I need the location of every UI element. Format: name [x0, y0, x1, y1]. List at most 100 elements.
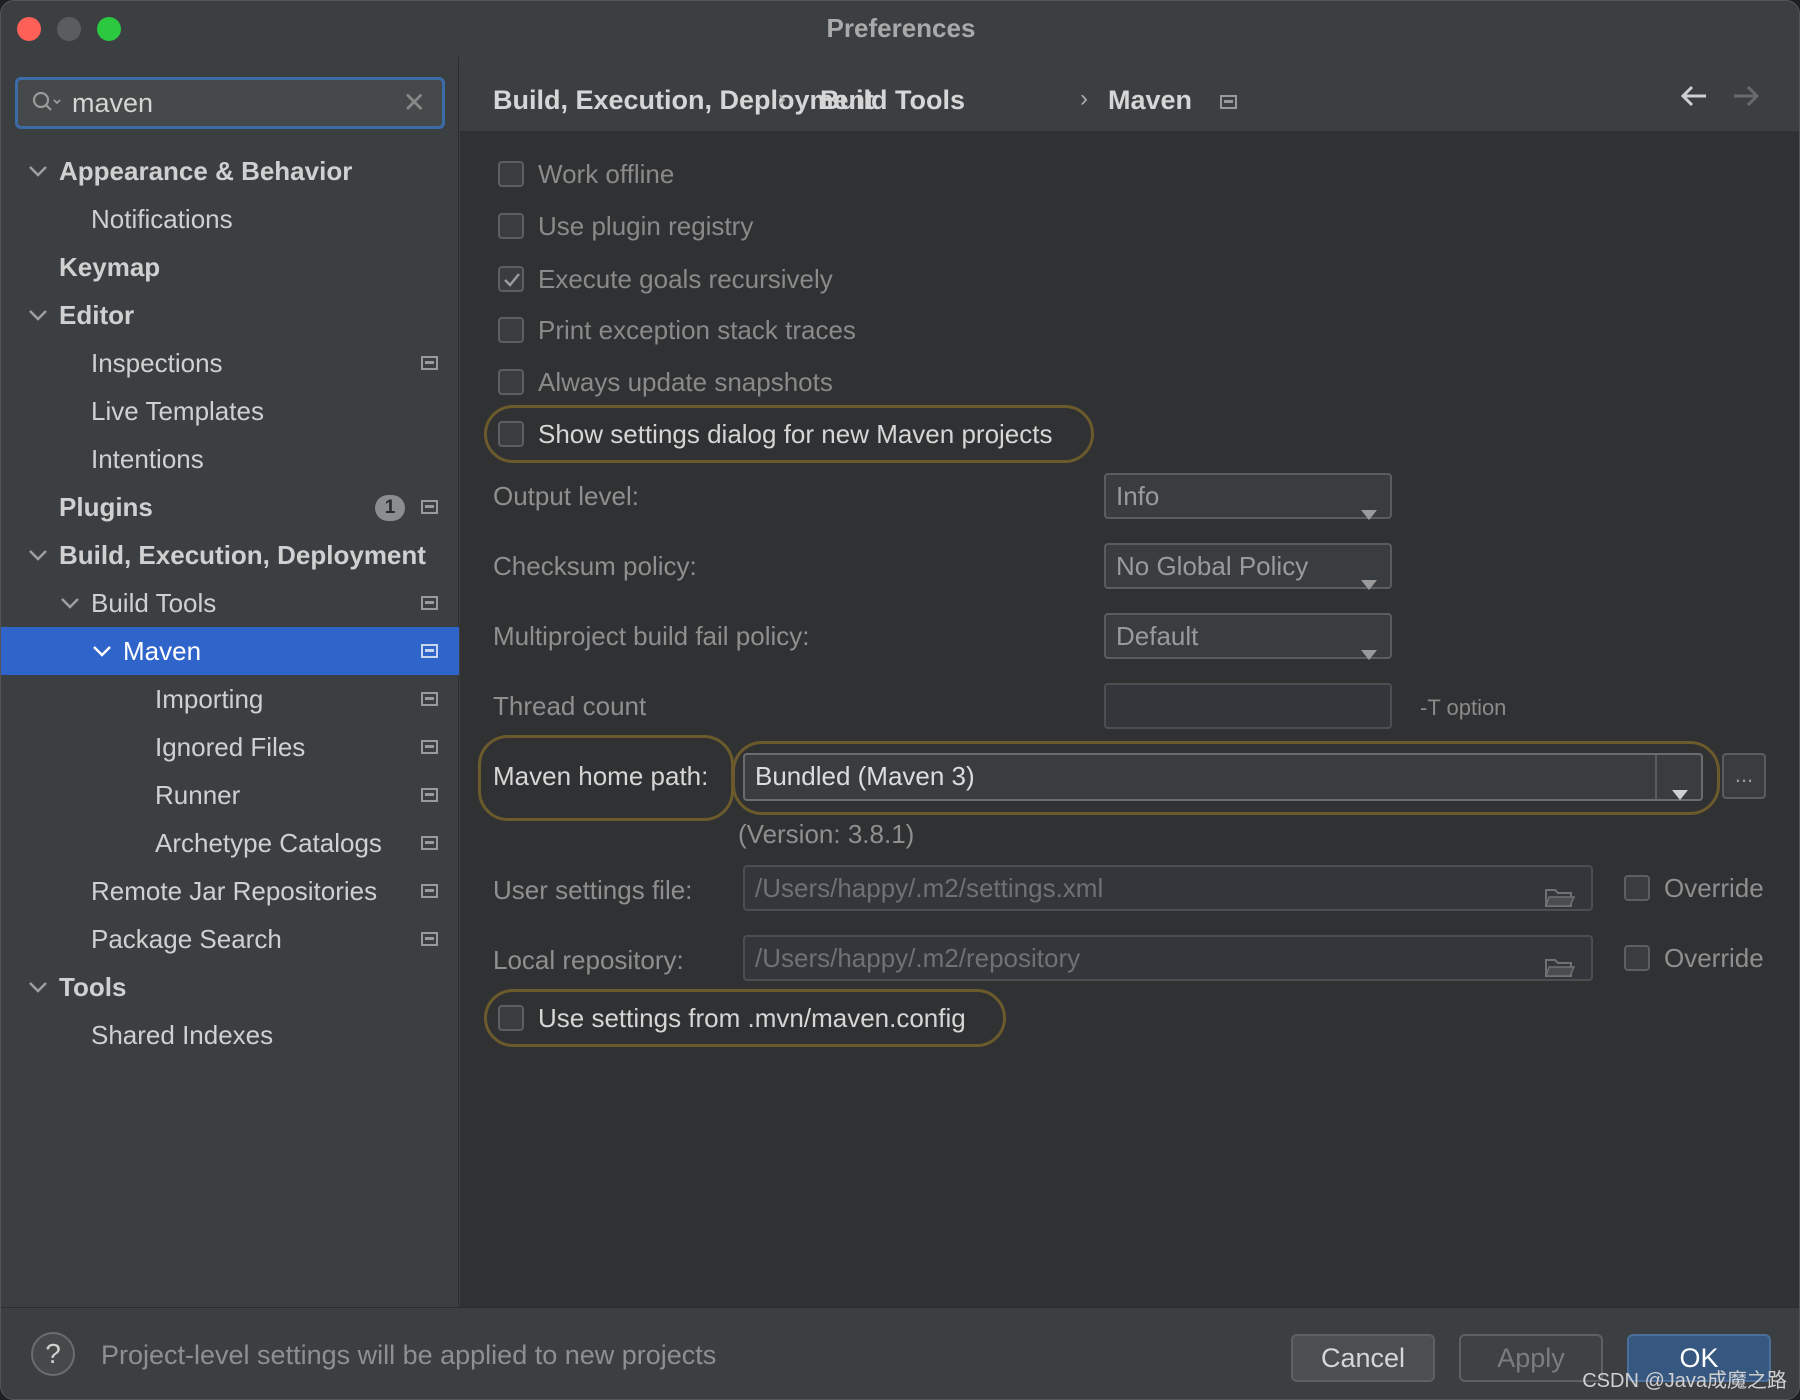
tree-item-tools[interactable]: Tools — [1, 963, 459, 1011]
tree-item-label: Maven — [123, 636, 202, 666]
tree-item-label: Intentions — [91, 444, 204, 474]
tree-item-label: Ignored Files — [155, 732, 306, 762]
folder-icon[interactable] — [1544, 948, 1576, 977]
settings-tree: Appearance & Behavior Notifications Keymap… — [1, 147, 459, 1059]
tree-item-notifications[interactable]: Notifications — [1, 195, 459, 243]
tree-item-maven[interactable]: Maven — [1, 627, 459, 675]
checkbox-box[interactable] — [498, 213, 524, 239]
watermark: CSDN @Java成魔之路 — [1582, 1370, 1787, 1392]
search-input[interactable] — [72, 86, 402, 120]
tree-item-label: Archetype Catalogs — [155, 828, 382, 858]
checkbox-label: Override — [1664, 943, 1764, 973]
clear-search-icon[interactable]: ✕ — [403, 88, 426, 118]
tree-item-label: Appearance & Behavior — [59, 156, 353, 186]
checksum-policy-label: Checksum policy: — [493, 551, 697, 581]
input-value: /Users/happy/.m2/settings.xml — [755, 873, 1104, 903]
chevron-down-icon[interactable] — [27, 147, 51, 195]
checkbox-box[interactable] — [1624, 945, 1650, 971]
footer-note: Project-level settings will be applied t… — [101, 1340, 717, 1370]
checkbox-box[interactable] — [498, 266, 524, 292]
tree-item-plugins[interactable]: Plugins 1 — [1, 483, 459, 531]
project-level-icon — [421, 932, 438, 946]
tree-item-intentions[interactable]: Intentions — [1, 435, 459, 483]
chevron-down-icon — [1671, 771, 1689, 800]
cancel-button[interactable]: Cancel — [1291, 1334, 1435, 1382]
update-count-badge: 1 — [375, 495, 405, 521]
fail-policy-select[interactable]: Default — [1104, 613, 1392, 660]
checkbox-label: Use plugin registry — [538, 211, 754, 241]
project-level-icon — [421, 500, 438, 514]
user-settings-input[interactable]: /Users/happy/.m2/settings.xml — [743, 865, 1593, 911]
breadcrumb: Build, Execution, Deployment › Build Too… — [460, 57, 1799, 131]
user-settings-label: User settings file: — [493, 875, 693, 905]
tree-item-appearance-behavior[interactable]: Appearance & Behavior — [1, 147, 459, 195]
chevron-down-icon[interactable] — [59, 579, 83, 627]
tree-item-editor[interactable]: Editor — [1, 291, 459, 339]
tree-item-label: Live Templates — [91, 396, 264, 426]
checkbox-box[interactable] — [498, 369, 524, 395]
chevron-down-icon — [1360, 561, 1378, 590]
tree-item-live-templates[interactable]: Live Templates — [1, 387, 459, 435]
tree-item-label: Remote Jar Repositories — [91, 876, 378, 906]
thread-count-input[interactable] — [1104, 683, 1392, 729]
checksum-policy-select[interactable]: No Global Policy — [1104, 543, 1392, 590]
select-value: Default — [1116, 621, 1199, 651]
project-level-icon — [421, 356, 438, 370]
tree-item-shared-indexes[interactable]: Shared Indexes — [1, 1011, 459, 1059]
folder-icon[interactable] — [1544, 878, 1576, 907]
checkbox-box[interactable] — [498, 317, 524, 343]
back-arrow-icon[interactable] — [1678, 81, 1710, 111]
maven-home-select[interactable]: Bundled (Maven 3) — [743, 753, 1703, 801]
chevron-down-icon[interactable] — [91, 627, 115, 675]
breadcrumb-item-build-execution[interactable]: Build, Execution, Deployment — [493, 85, 874, 116]
chevron-down-icon[interactable] — [27, 531, 51, 579]
tree-item-package-search[interactable]: Package Search — [1, 915, 459, 963]
checkmark-icon — [504, 273, 520, 287]
project-level-icon — [421, 836, 438, 850]
help-button[interactable]: ? — [31, 1332, 75, 1376]
tree-item-label: Build, Execution, Deployment — [59, 540, 426, 570]
tree-item-remote-jar-repositories[interactable]: Remote Jar Repositories — [1, 867, 459, 915]
select-value: Info — [1116, 481, 1160, 511]
tree-item-runner[interactable]: Runner — [1, 771, 459, 819]
browse-maven-home-button[interactable]: ... — [1722, 753, 1766, 799]
chevron-down-icon[interactable] — [27, 963, 51, 1011]
checkbox-box[interactable] — [498, 1005, 524, 1031]
maven-settings-panel: Build, Execution, Deployment › Build Too… — [460, 57, 1799, 1307]
tree-item-label: Notifications — [91, 204, 233, 234]
input-value: /Users/happy/.m2/repository — [755, 943, 1081, 973]
tree-item-build-execution-deployment[interactable]: Build, Execution, Deployment — [1, 531, 459, 579]
tree-item-label: Package Search — [91, 924, 282, 954]
tree-item-label: Runner — [155, 780, 241, 810]
checkbox-box[interactable] — [498, 421, 524, 447]
breadcrumb-item-maven[interactable]: Maven — [1108, 85, 1192, 116]
tree-item-importing[interactable]: Importing — [1, 675, 459, 723]
settings-search[interactable]: ✕ — [15, 77, 445, 129]
tree-item-keymap[interactable]: Keymap — [1, 243, 459, 291]
project-level-icon — [421, 692, 438, 706]
tree-item-label: Shared Indexes — [91, 1020, 274, 1050]
output-level-select[interactable]: Info — [1104, 473, 1392, 520]
fail-policy-label: Multiproject build fail policy: — [493, 621, 810, 651]
checkbox-label: Use settings from .mvn/maven.config — [538, 1003, 966, 1033]
checkbox-box[interactable] — [498, 161, 524, 187]
tree-item-label: Keymap — [59, 252, 161, 282]
checkbox-box[interactable] — [1624, 875, 1650, 901]
project-level-icon — [421, 740, 438, 754]
window-title: Preferences — [826, 13, 976, 43]
chevron-down-icon[interactable] — [27, 291, 51, 339]
breadcrumb-item-build-tools[interactable]: Build Tools — [820, 85, 965, 116]
preferences-window: Preferences ✕ Appearance & Behavior Notif… — [0, 0, 1800, 1400]
tree-item-ignored-files[interactable]: Ignored Files — [1, 723, 459, 771]
tree-item-inspections[interactable]: Inspections — [1, 339, 459, 387]
local-repo-input[interactable]: /Users/happy/.m2/repository — [743, 935, 1593, 981]
breadcrumb-separator: › — [1080, 85, 1088, 112]
tree-item-archetype-catalogs[interactable]: Archetype Catalogs — [1, 819, 459, 867]
tree-item-build-tools[interactable]: Build Tools — [1, 579, 459, 627]
chevron-down-icon — [1360, 491, 1378, 520]
dialog-footer: ? Project-level settings will be applied… — [1, 1307, 1799, 1399]
project-level-icon — [421, 596, 438, 610]
maven-home-label: Maven home path: — [493, 761, 709, 791]
settings-sidebar: ✕ Appearance & Behavior Notifications Keym… — [1, 57, 459, 1307]
forward-arrow-icon[interactable] — [1730, 81, 1762, 111]
